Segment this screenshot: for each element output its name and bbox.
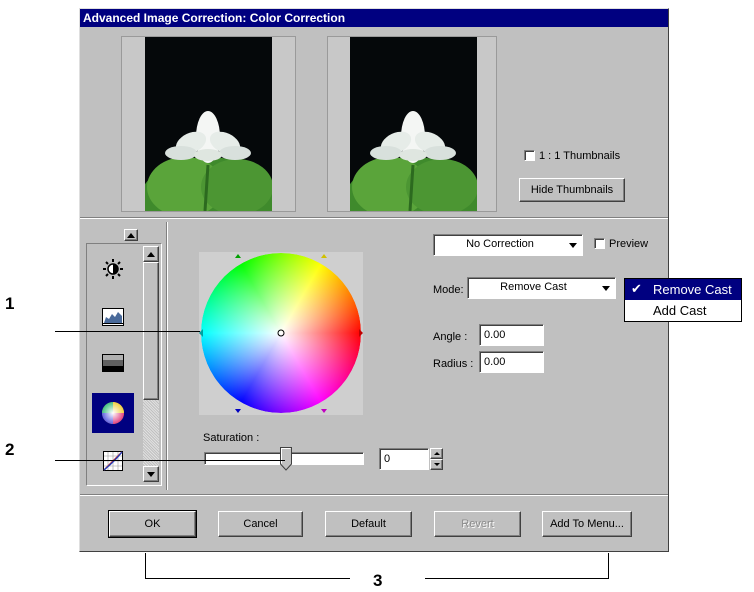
curves-icon	[103, 451, 123, 471]
mode-option-label: Remove Cast	[653, 282, 732, 297]
correction-preset-value: No Correction	[466, 238, 534, 250]
checkmark-icon: ✔	[631, 281, 642, 296]
color-wheel-icon	[102, 402, 124, 424]
after-thumbnail	[327, 36, 497, 212]
callout-3-bracket-left	[145, 553, 146, 578]
callout-3-bracket-right	[608, 553, 609, 579]
callout-1: 1	[5, 294, 15, 313]
revert-button[interactable]: Revert	[434, 511, 521, 537]
scrollbar-down-button[interactable]	[143, 466, 159, 482]
saturation-input[interactable]: 0	[379, 448, 429, 470]
saturation-spin-down[interactable]	[430, 459, 443, 470]
callout-3: 3	[373, 571, 383, 590]
brightness-icon	[103, 259, 123, 279]
angle-label: Angle :	[433, 331, 468, 343]
callout-2: 2	[5, 440, 15, 459]
scrollbar-up-button[interactable]	[143, 246, 159, 262]
radius-value: 0.00	[484, 356, 506, 368]
mode-option-add-cast[interactable]: Add Cast	[625, 300, 741, 320]
chevron-down-icon	[599, 282, 613, 294]
tool-levels[interactable]	[97, 303, 129, 331]
vertical-separator	[166, 222, 168, 490]
scroll-up-arrow-icon	[147, 251, 155, 257]
red-marker	[359, 329, 363, 337]
tool-brightness[interactable]	[97, 255, 129, 283]
mode-value: Remove Cast	[500, 281, 567, 293]
horizontal-separator	[80, 217, 668, 219]
default-button[interactable]: Default	[325, 511, 412, 537]
radius-label: Radius :	[433, 358, 474, 370]
hide-thumbnails-button[interactable]: Hide Thumbnails	[519, 178, 625, 202]
dialog-title: Advanced Image Correction: Color Correct…	[80, 9, 668, 27]
callout-3-bracket-bottom-right	[425, 578, 609, 579]
saturation-slider-thumb[interactable]	[280, 447, 292, 471]
blue-marker	[235, 409, 241, 413]
ok-button[interactable]: OK	[108, 510, 197, 538]
mode-option-remove-cast[interactable]: ✔ Remove Cast	[625, 279, 741, 300]
add-to-menu-button[interactable]: Add To Menu...	[542, 511, 632, 537]
cancel-button[interactable]: Cancel	[218, 511, 303, 537]
color-wheel[interactable]	[199, 252, 363, 415]
callout-2-leader	[55, 460, 285, 461]
scroll-down-arrow-icon	[147, 471, 155, 477]
tool-curves[interactable]	[97, 447, 129, 475]
contrast-icon	[102, 354, 124, 372]
tool-color-wheel[interactable]	[92, 393, 134, 433]
yellow-marker	[321, 254, 327, 258]
green-marker	[235, 254, 241, 258]
lotus-photo-after	[350, 37, 477, 211]
radius-input[interactable]: 0.00	[479, 351, 544, 373]
tool-contrast[interactable]	[97, 349, 129, 377]
mode-select[interactable]: Remove Cast	[467, 277, 616, 299]
button-row-separator	[80, 494, 668, 496]
lotus-photo-before	[145, 37, 272, 211]
saturation-spin-up[interactable]	[430, 448, 443, 459]
mode-label: Mode:	[433, 284, 464, 296]
spin-down-icon	[433, 463, 440, 466]
correction-preset-select[interactable]: No Correction	[433, 234, 583, 256]
before-thumbnail	[121, 36, 296, 212]
callout-3-bracket-bottom-left	[145, 578, 350, 579]
angle-input[interactable]: 0.00	[479, 324, 544, 346]
one-to-one-thumbnails-label: 1 : 1 Thumbnails	[539, 150, 621, 162]
saturation-label: Saturation :	[203, 432, 260, 444]
mode-option-label: Add Cast	[653, 303, 707, 318]
chevron-down-icon	[566, 239, 580, 251]
preview-label: Preview	[609, 238, 649, 250]
callout-1-leader	[55, 331, 200, 332]
levels-icon	[102, 308, 124, 326]
angle-value: 0.00	[484, 329, 506, 341]
one-to-one-thumbnails-checkbox[interactable]	[524, 150, 535, 161]
magenta-marker	[321, 409, 327, 413]
tool-list-up-button[interactable]	[124, 229, 138, 241]
up-arrow-icon	[127, 232, 135, 238]
saturation-value: 0	[384, 453, 391, 465]
spin-up-icon	[433, 452, 440, 455]
preview-checkbox[interactable]	[594, 238, 605, 249]
